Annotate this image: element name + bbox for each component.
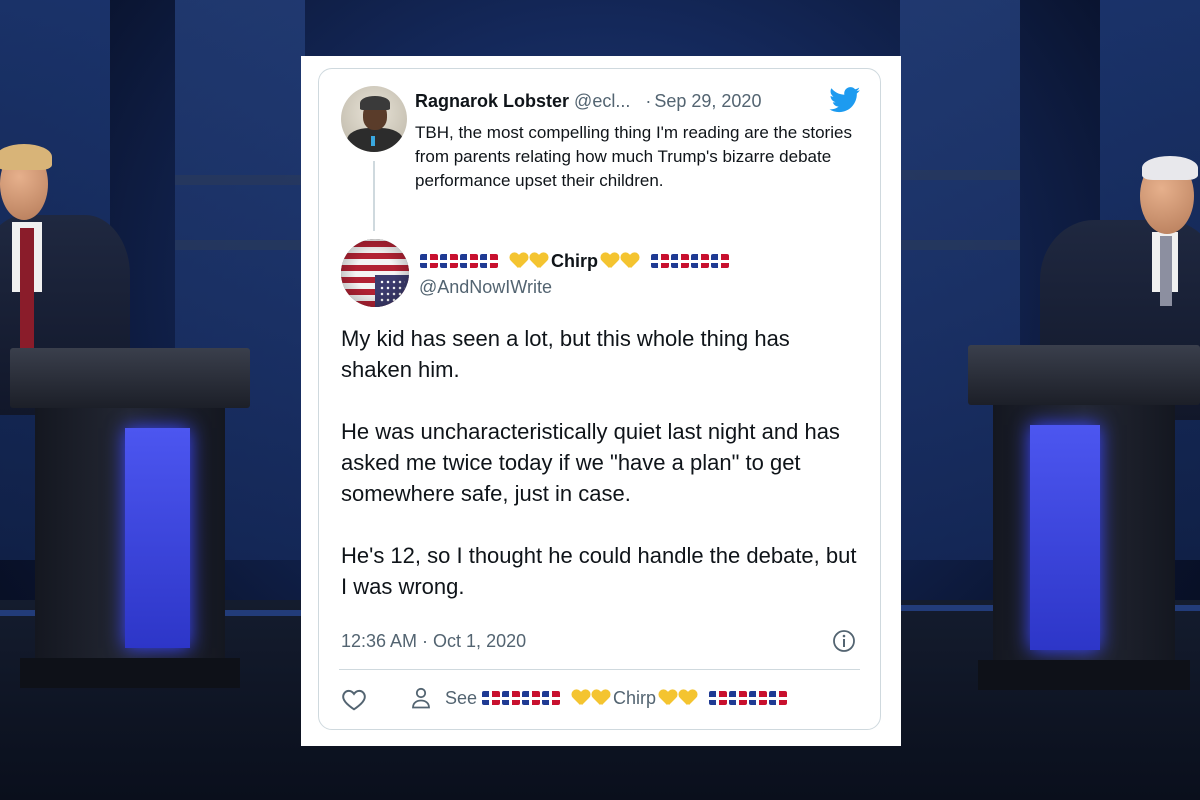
stage-stripe: [175, 240, 305, 250]
flag-emoji: [671, 254, 689, 268]
left-podium: [10, 348, 250, 688]
yellow-heart-emoji: [572, 689, 590, 707]
flag-emoji: [711, 254, 729, 268]
reply-to-date[interactable]: Sep 29, 2020: [654, 91, 761, 111]
flag-emoji: [460, 254, 478, 268]
right-podium: [968, 345, 1200, 690]
flag-emoji: [691, 254, 709, 268]
flag-emoji: [480, 254, 498, 268]
reply-to-author-name[interactable]: Ragnarok Lobster: [415, 91, 569, 111]
stage-stripe: [900, 170, 1020, 180]
reply-to-avatar[interactable]: [341, 86, 407, 152]
see-profile-action[interactable]: See Chirp: [411, 683, 788, 713]
flag-emoji: [749, 691, 768, 705]
flag-emoji: [482, 691, 501, 705]
action-divider: [339, 669, 860, 670]
header-separator: ·: [645, 91, 652, 111]
yellow-heart-emoji: [659, 689, 677, 707]
see-profile-name: Chirp: [613, 687, 657, 708]
reply-to-author-handle[interactable]: @ecl...: [574, 91, 630, 111]
flag-emoji: [651, 254, 669, 268]
author-avatar[interactable]: [341, 239, 409, 307]
flag-emoji: [729, 691, 748, 705]
author-handle[interactable]: @AndNowIWrite: [419, 277, 552, 298]
stage-stripe: [900, 240, 1020, 250]
see-label: See: [445, 687, 478, 708]
yellow-heart-emoji: [621, 252, 639, 270]
tweet-timestamp[interactable]: 12:36 AM · Oct 1, 2020: [341, 631, 526, 652]
flag-emoji: [440, 254, 458, 268]
yellow-heart-emoji: [601, 252, 619, 270]
flag-emoji: [420, 254, 438, 268]
author-name-text: Chirp: [551, 250, 598, 271]
tweet-body: My kid has seen a lot, but this whole th…: [341, 323, 861, 633]
tweet-paragraph: He was uncharacteristically quiet last n…: [341, 419, 840, 506]
stage-stripe: [175, 175, 305, 185]
info-icon[interactable]: [832, 629, 856, 653]
author-display-name[interactable]: Chirp: [419, 249, 859, 273]
yellow-heart-emoji: [679, 689, 697, 707]
yellow-heart-emoji: [510, 252, 528, 270]
reply-to-header: Ragnarok Lobster @ecl... · Sep 29, 2020: [415, 91, 865, 112]
tweet-screenshot-card: Ragnarok Lobster @ecl... · Sep 29, 2020 T…: [301, 56, 901, 746]
yellow-heart-emoji: [592, 689, 610, 707]
flag-emoji: [709, 691, 728, 705]
tweet-embed: Ragnarok Lobster @ecl... · Sep 29, 2020 T…: [318, 68, 881, 730]
person-icon: [412, 687, 430, 709]
flag-emoji: [502, 691, 521, 705]
flag-emoji: [542, 691, 561, 705]
tweet-paragraph: He's 12, so I thought he could handle th…: [341, 543, 857, 599]
flag-emoji: [769, 691, 788, 705]
flag-emoji: [522, 691, 541, 705]
heart-outline-icon[interactable]: [341, 687, 367, 711]
thread-connector-line: [373, 161, 375, 231]
yellow-heart-emoji: [530, 252, 548, 270]
reply-to-text: TBH, the most compelling thing I'm readi…: [415, 123, 852, 190]
twitter-bird-icon[interactable]: [829, 87, 861, 113]
tweet-paragraph: My kid has seen a lot, but this whole th…: [341, 326, 790, 382]
